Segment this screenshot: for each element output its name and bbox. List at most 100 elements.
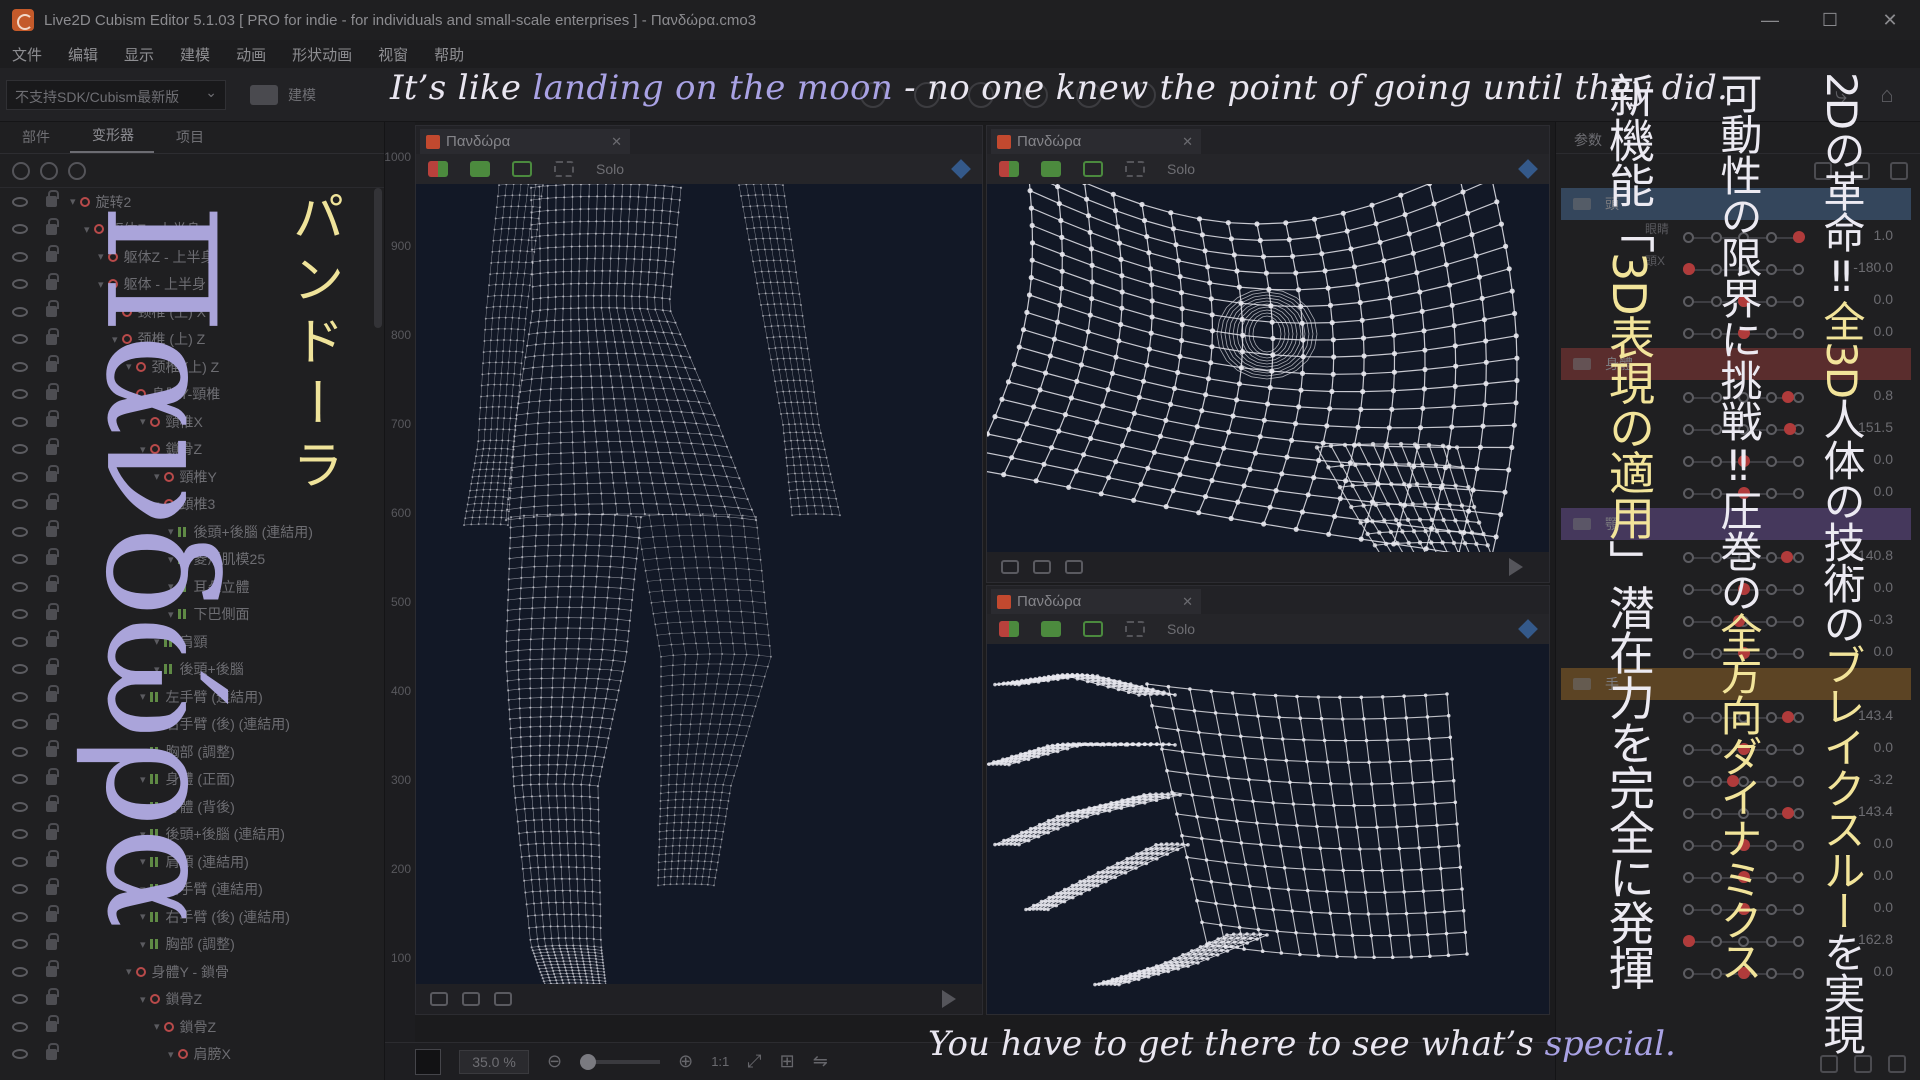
chevron-down-icon[interactable]: ▾	[126, 965, 132, 978]
chevron-down-icon[interactable]: ▾	[112, 305, 118, 318]
keyform-dot[interactable]	[1765, 648, 1777, 659]
screenshot-icon[interactable]	[494, 992, 512, 1006]
parameter-row[interactable]: 0.0	[1561, 828, 1911, 860]
pen-icon[interactable]	[951, 159, 971, 179]
keyform-dot[interactable]	[1738, 232, 1749, 243]
parameter-group[interactable]: 顎	[1561, 508, 1911, 540]
parameter-value[interactable]: 0.0	[1874, 291, 1893, 307]
chevron-down-icon[interactable]: ▾	[126, 360, 132, 373]
keyform-dot[interactable]	[1710, 264, 1722, 275]
tree-row[interactable]: ▾ 身體 (正面)	[0, 766, 372, 794]
blend-shape-icon[interactable]	[1130, 82, 1156, 108]
slider-knob[interactable]	[1738, 967, 1750, 979]
tree-row[interactable]: ▾ 後頭+後腦 (連結用)	[0, 821, 372, 849]
parameter-row[interactable]: 0.8	[1561, 380, 1911, 412]
parameter-row[interactable]: 0.0	[1561, 284, 1911, 316]
keyform-dot[interactable]	[1683, 776, 1694, 787]
chevron-down-icon[interactable]: ▾	[168, 608, 174, 621]
chevron-down-icon[interactable]: ▾	[154, 498, 160, 511]
keyform-dot[interactable]	[1765, 872, 1777, 883]
close-tab-icon[interactable]: ✕	[611, 134, 622, 150]
bounds-icon[interactable]	[512, 161, 532, 177]
eye-icon[interactable]	[12, 196, 28, 207]
keyform-dot[interactable]	[1738, 808, 1749, 819]
keyform-dot[interactable]	[1683, 456, 1694, 467]
keyform-dot[interactable]	[1793, 936, 1804, 947]
tree-row[interactable]: ▾ 鎖骨Z	[0, 986, 372, 1014]
slider-knob[interactable]	[1793, 231, 1805, 243]
tree-row[interactable]: ▾ 胸部 (調整)	[0, 931, 372, 959]
tree-scrollbar[interactable]	[374, 188, 382, 328]
keyform-dot[interactable]	[1683, 808, 1694, 819]
chevron-down-icon[interactable]: ▾	[140, 993, 146, 1006]
tree-row[interactable]: ▾ 颈椎 (上) Z	[0, 326, 372, 354]
lock-icon[interactable]	[46, 795, 59, 813]
chevron-down-icon[interactable]: ▾	[140, 773, 146, 786]
keyform-dot[interactable]	[1710, 552, 1722, 563]
keyform-dot[interactable]	[1683, 488, 1694, 499]
physics-tool-icon[interactable]	[1022, 82, 1048, 108]
keyform-dot[interactable]	[1765, 424, 1777, 435]
keyform-dot[interactable]	[1710, 456, 1722, 467]
eye-icon[interactable]	[12, 1049, 28, 1060]
texture-atlas-icon[interactable]	[1076, 82, 1102, 108]
lock-icon[interactable]	[46, 272, 59, 290]
tree-row[interactable]: ▾ 後頭+後腦	[0, 656, 372, 684]
chevron-down-icon[interactable]: ▾	[168, 1048, 174, 1061]
flip-view-icon[interactable]: ⇋	[813, 1051, 828, 1072]
eye-icon[interactable]	[12, 251, 28, 262]
parameter-value[interactable]: -3.2	[1869, 771, 1893, 787]
keyform-dot[interactable]	[1710, 584, 1722, 595]
keyform-dot[interactable]	[1793, 872, 1804, 883]
eye-icon[interactable]	[12, 224, 28, 235]
keyform-dot[interactable]	[1683, 712, 1694, 723]
keyform-dot[interactable]	[1765, 776, 1777, 787]
solo-toggle[interactable]: Solo	[596, 161, 624, 177]
keyform-icon[interactable]	[1852, 162, 1870, 180]
eye-icon[interactable]	[12, 554, 28, 565]
slider-knob[interactable]	[1780, 551, 1793, 563]
menu-icon[interactable]	[1890, 162, 1908, 180]
slider-knob[interactable]	[1738, 903, 1750, 915]
keyform-dot[interactable]	[1793, 776, 1804, 787]
slider-knob[interactable]	[1738, 647, 1750, 659]
eye-icon[interactable]	[12, 636, 28, 647]
lock-icon[interactable]	[46, 905, 59, 923]
lock-icon[interactable]	[46, 712, 59, 730]
keyform-dot[interactable]	[1765, 904, 1777, 915]
keyform-dot[interactable]	[1710, 328, 1722, 339]
zoom-field[interactable]: 35.0 %	[459, 1049, 529, 1074]
eye-icon[interactable]	[12, 499, 28, 510]
keyform-dot[interactable]	[1683, 648, 1694, 659]
parameter-value[interactable]: 0.0	[1874, 867, 1893, 883]
keyform-dot[interactable]	[1765, 456, 1777, 467]
parameter-group[interactable]: 身體	[1561, 348, 1911, 380]
parameter-value[interactable]: 140.8	[1858, 547, 1893, 563]
eye-icon[interactable]	[12, 361, 28, 372]
keyform-dot[interactable]	[1710, 904, 1722, 915]
chevron-down-icon[interactable]: ▾	[140, 855, 146, 868]
keyform-dot[interactable]	[1793, 552, 1804, 563]
parameter-value[interactable]: 0.0	[1874, 323, 1893, 339]
keyform-dot[interactable]	[1765, 552, 1777, 563]
tree-row[interactable]: ▾ 躯体 - 上半身	[0, 271, 372, 299]
lock-icon[interactable]	[46, 190, 59, 208]
lock-icon[interactable]	[46, 217, 59, 235]
chevron-down-icon[interactable]: ▾	[98, 278, 104, 291]
eye-icon[interactable]	[12, 279, 28, 290]
tree-row[interactable]: ▾ 躯体Z - 上半身	[0, 243, 372, 271]
grid-icon[interactable]	[554, 161, 574, 177]
lock-icon[interactable]	[46, 575, 59, 593]
zoom-in-icon[interactable]: ⊕	[678, 1051, 693, 1072]
keyform-dot[interactable]	[1710, 744, 1722, 755]
camera-icon[interactable]	[1001, 560, 1019, 574]
viewport-tab[interactable]: Πανδώρα ✕	[420, 129, 630, 154]
camera-reset-icon[interactable]	[1033, 560, 1051, 574]
parameter-value[interactable]: 143.4	[1858, 707, 1893, 723]
home-icon[interactable]: ⌂	[1872, 80, 1902, 110]
chevron-down-icon[interactable]: ▾	[154, 470, 160, 483]
tree-row[interactable]: ▾ 頸椎3	[0, 491, 372, 519]
keyform-dot[interactable]	[1793, 392, 1804, 403]
keyform-dot[interactable]	[1683, 904, 1694, 915]
keyform-dot[interactable]	[1683, 424, 1694, 435]
